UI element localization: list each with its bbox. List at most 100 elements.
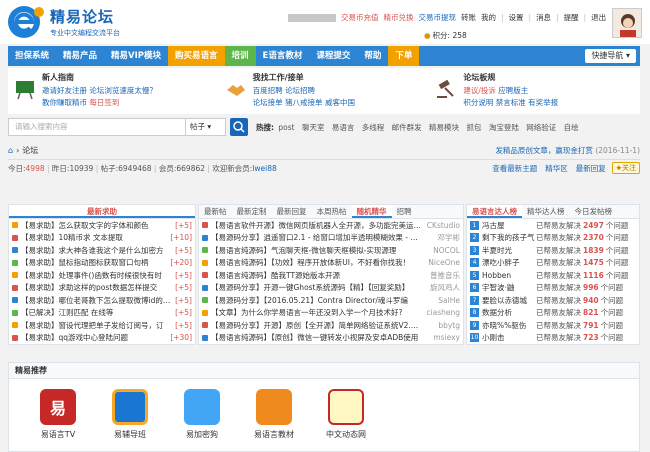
help-row[interactable]: 【已解决】江则匹配 在线等 [+5] <box>9 307 195 320</box>
nav-item[interactable]: 精易产品 <box>56 46 104 66</box>
rank-row[interactable]: 9 亦晓%%驱伤 已帮易友解决 791 个问题 <box>467 319 639 332</box>
feature-link[interactable]: 积分说明 <box>463 98 493 107</box>
help-row[interactable]: 【易求助】窗设代理把单子发给订阅号，订 [+5] <box>9 319 195 332</box>
feature-link[interactable]: 论坛接单 <box>253 98 283 107</box>
nav-item[interactable]: 担保系统 <box>8 46 56 66</box>
help-row[interactable]: 【易求助】怎么获取文字的字体和颜色 [+5] <box>9 219 195 232</box>
hot-search-link[interactable]: post <box>278 123 294 132</box>
feature-link[interactable]: 每日签到 <box>89 98 119 107</box>
nav-item[interactable]: 下单 <box>388 46 420 66</box>
rewards-link[interactable]: 交易币提现 <box>419 12 457 23</box>
feature-link[interactable]: 猪八戒接单 <box>285 98 323 107</box>
exchange-link[interactable]: 精币兑换 <box>384 12 414 23</box>
hot-search-link[interactable]: 网络验证 <box>526 123 556 132</box>
help-row[interactable]: 【易求助】qq游戏中心登陆问题 [+30] <box>9 332 195 345</box>
help-row[interactable]: 【易求助】鼠标指动图标获取窗口句柄 [+20] <box>9 257 195 270</box>
hot-search-link[interactable]: 精易模块 <box>429 123 459 132</box>
feature-link[interactable]: 百度招聘 <box>253 86 283 95</box>
search-type-select[interactable]: 帖子 ▾ <box>186 118 226 136</box>
tab-ranking[interactable]: 易语言达人榜 <box>467 205 522 218</box>
hot-search-link[interactable]: 抓包 <box>466 123 481 132</box>
hot-search-link[interactable]: 易语言 <box>332 123 355 132</box>
rank-row[interactable]: 1 冯古屋 已帮易友解决 2497 个问题 <box>467 219 639 232</box>
follow-button[interactable]: ★关注 <box>611 162 640 174</box>
tab-posts[interactable]: 招聘 <box>392 205 417 218</box>
post-row[interactable]: 【易源码分享】开源】原创【全开源】简单网络验证系统V2.0版 bbytg <box>199 319 463 332</box>
latest-reply-button[interactable]: 最新回复 <box>576 163 606 174</box>
feature-link[interactable]: 建议/投诉 <box>463 86 496 95</box>
tab-posts[interactable]: 最新定制 <box>232 205 272 218</box>
remind-link[interactable]: 提醒 <box>564 12 579 23</box>
post-row[interactable]: 【易语言纯源码】【功效】程序开放体新UI，不好看你找我！ NiceOne <box>199 257 463 270</box>
post-row[interactable]: 【易语言纯源码】【原创】微信一键转发小视屏及安卓ADB使用 msiexy <box>199 332 463 345</box>
feature-link[interactable]: 论坛浏览速度太慢？ <box>89 86 157 95</box>
help-row[interactable]: 【易求助】求助这样的post数据怎样提交 [+5] <box>9 282 195 295</box>
transfer-link[interactable]: 转账 <box>461 12 476 23</box>
hot-search-link[interactable]: 邮件群发 <box>392 123 422 132</box>
logout-link[interactable]: 退出 <box>591 12 606 23</box>
search-button[interactable] <box>230 118 248 136</box>
feature-link[interactable]: 威客中国 <box>325 98 355 107</box>
nav-item[interactable]: 培训 <box>224 46 256 66</box>
feature-link[interactable]: 有奖举报 <box>528 98 558 107</box>
nav-item[interactable]: E语言教材 <box>256 46 310 66</box>
rank-row[interactable]: 4 漂吃小胖子 已帮易友解决 1475 个问题 <box>467 257 639 270</box>
site-logo[interactable]: 精易论坛 专业中文编程交流平台 <box>6 4 120 40</box>
rank-row[interactable]: 7 要脸以赤德城 已帮易友解决 940 个问题 <box>467 294 639 307</box>
post-row[interactable]: 【文章】为什么你学易语言一年还没到入学一个月技术好? ciasheng <box>199 307 463 320</box>
rank-row[interactable]: 3 半夏时光 已帮易友解决 1839 个问题 <box>467 244 639 257</box>
help-row[interactable]: 【易求助】哪位老哥教下怎么提取微博id的co [+5] <box>9 294 195 307</box>
tab-latest-help[interactable]: 最新求助 <box>9 205 195 218</box>
avatar[interactable] <box>612 8 642 38</box>
recommend-item[interactable]: 易 易语言TV <box>23 389 93 440</box>
latest-topics-button[interactable]: 查看最新主题 <box>492 163 537 174</box>
rank-row[interactable]: 2 剩下我的孩子气 已帮易友解决 2370 个问题 <box>467 232 639 245</box>
hot-search-link[interactable]: 淘宝登陆 <box>489 123 519 132</box>
post-row[interactable]: 【易语言软件开源】微信网页版机器人全开源，多功能完美运行！ CKstudio <box>199 219 463 232</box>
nav-item[interactable]: 购买易语言 <box>168 46 225 66</box>
feature-link[interactable]: 禁言标准 <box>496 98 526 107</box>
post-row[interactable]: 【易源码分享】逍遥窗口2.1 - 给窗口增加半透明模糊效果 - 邓学彬 邓学彬 <box>199 232 463 245</box>
search-input[interactable]: 请输入搜索内容 <box>8 118 186 136</box>
post-row[interactable]: 【易语言纯源码】酷我TT源始版本开源 普推音乐 <box>199 269 463 282</box>
nav-item[interactable]: 精易VIP模块 <box>104 46 168 66</box>
rank-row[interactable]: 5 Hobben 已帮易友解决 1116 个问题 <box>467 269 639 282</box>
newest-member-link[interactable]: lwei88 <box>252 164 276 173</box>
help-row[interactable]: 【易求助】10精币求 文本提取 [+10] <box>9 232 195 245</box>
post-row[interactable]: 【易源码分享】开源一键Ghost系统源码【精】【回复奖励】 旋风鸡人 <box>199 282 463 295</box>
nav-item[interactable]: 课程提交 <box>309 46 357 66</box>
hot-search-link[interactable]: 自绘 <box>564 123 579 132</box>
mine-menu[interactable]: 我的 <box>481 12 496 23</box>
feature-link[interactable]: 应聘版主 <box>498 86 528 95</box>
messages-link[interactable]: 消息 <box>536 12 551 23</box>
rank-row[interactable]: 8 数据分析 已帮易友解决 821 个问题 <box>467 307 639 320</box>
tab-ranking[interactable]: 今日发帖榜 <box>570 205 618 218</box>
feature-link[interactable]: 论坛招聘 <box>285 86 315 95</box>
tab-posts[interactable]: 最新回复 <box>272 205 312 218</box>
tab-posts[interactable]: 本周热帖 <box>312 205 352 218</box>
digest-button[interactable]: 精华区 <box>545 163 568 174</box>
rank-row[interactable]: 6 宇智波·鼬 已帮易友解决 996 个问题 <box>467 282 639 295</box>
recommend-item[interactable]: 易辅导班 <box>95 389 165 440</box>
breadcrumb-forum[interactable]: 论坛 <box>22 145 38 156</box>
quick-nav-button[interactable]: 快捷导航 ▾ <box>585 49 636 63</box>
help-row[interactable]: 【易求助】处理事件()函数有时候很快有时 [+5] <box>9 269 195 282</box>
hot-search-link[interactable]: 聊天室 <box>302 123 325 132</box>
recommend-item[interactable]: 易语言教材 <box>239 389 309 440</box>
post-row[interactable]: 【易语言纯源码】气泡聊天框-微信聊天框模拟-实现源理 NOCOL <box>199 244 463 257</box>
recommend-item[interactable]: 易加密狗 <box>167 389 237 440</box>
rank-row[interactable]: 10 小刚击 已帮易友解决 723 个问题 <box>467 332 639 345</box>
feature-link[interactable]: 邀请好友注册 <box>42 86 87 95</box>
charge-link[interactable]: 交易币充值 <box>341 12 379 23</box>
tab-ranking[interactable]: 精华达人榜 <box>522 205 570 218</box>
settings-link[interactable]: 设置 <box>509 12 524 23</box>
recommend-item[interactable]: 中文动态网 <box>311 389 381 440</box>
home-icon[interactable]: ⌂ <box>8 146 13 155</box>
help-row[interactable]: 【易求助】求大神各谁我这个是什么加密方 [+5] <box>9 244 195 257</box>
hot-search-link[interactable]: 多线程 <box>362 123 385 132</box>
nav-item[interactable]: 帮助 <box>357 46 388 66</box>
post-row[interactable]: 【易源码分享】【2016.05.21】Contra Director/魂斗罗编 S… <box>199 294 463 307</box>
tab-posts[interactable]: 最新帖 <box>199 205 232 218</box>
tab-posts[interactable]: 随机精华 <box>351 205 392 218</box>
notice-link[interactable]: 发精品原创文章，赢现金打赏 (2016-11-1) <box>495 145 640 156</box>
